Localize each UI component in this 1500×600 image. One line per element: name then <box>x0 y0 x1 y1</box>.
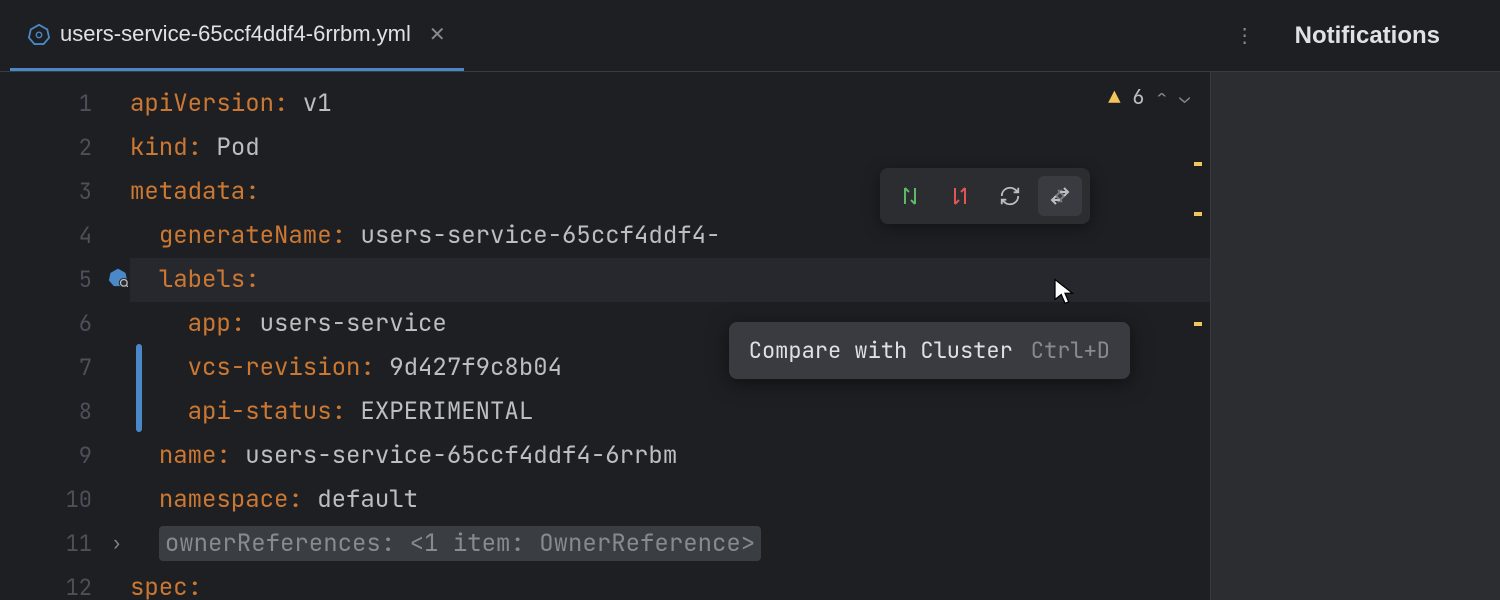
notifications-header: Notifications <box>1275 22 1480 50</box>
problems-widget[interactable]: ▲ 6 ⌃ ⌄ <box>1108 84 1190 110</box>
code-line[interactable]: namespace: default <box>130 478 1210 522</box>
tooltip-label: Compare with Cluster <box>749 336 1013 365</box>
fold-chevron-icon[interactable]: › <box>111 522 122 566</box>
line-number: 8 <box>0 390 130 434</box>
pull-button[interactable] <box>938 176 982 216</box>
compare-button[interactable] <box>1038 176 1082 216</box>
tooltip-shortcut: Ctrl+D <box>1031 336 1110 365</box>
tooltip: Compare with Cluster Ctrl+D <box>729 322 1130 379</box>
cursor-icon <box>1052 277 1078 315</box>
code-line[interactable]: spec: <box>130 566 1210 600</box>
chevron-up-icon[interactable]: ⌃ <box>1156 86 1167 109</box>
line-number: 10 <box>0 478 130 522</box>
gutter: 1 2 3 4 5 6 7 8 9 10 11 › 12 <box>0 72 130 600</box>
line-number: 2 <box>0 126 130 170</box>
code-line[interactable]: ownerReferences: <1 item: OwnerReference… <box>130 522 1210 566</box>
close-icon[interactable]: ✕ <box>429 22 446 47</box>
warning-marker[interactable] <box>1194 212 1202 216</box>
code-line[interactable]: kind: Pod <box>130 126 1210 170</box>
marker-bar[interactable] <box>1194 72 1204 600</box>
push-button[interactable] <box>888 176 932 216</box>
line-number: 1 <box>0 82 130 126</box>
tab-actions: ⋮ Notifications <box>1215 0 1500 71</box>
code-line[interactable]: apiVersion: v1 <box>130 82 1210 126</box>
tab-filename: users-service-65ccf4ddf4-6rrbm.yml <box>60 21 411 47</box>
refresh-button[interactable] <box>988 176 1032 216</box>
file-tab[interactable]: users-service-65ccf4ddf4-6rrbm.yml ✕ <box>10 0 464 71</box>
line-number: 7 <box>0 346 130 390</box>
tab-bar: users-service-65ccf4ddf4-6rrbm.yml ✕ <box>0 0 1215 71</box>
title-bar: users-service-65ccf4ddf4-6rrbm.yml ✕ ⋮ N… <box>0 0 1500 72</box>
editor[interactable]: 1 2 3 4 5 6 7 8 9 10 11 › 12 apiVersion:… <box>0 72 1210 600</box>
warning-count: 6 <box>1132 84 1144 110</box>
line-number: 11 › <box>0 522 130 566</box>
line-number: 12 <box>0 566 130 600</box>
warning-marker[interactable] <box>1194 322 1202 326</box>
notifications-panel <box>1210 72 1500 600</box>
line-number: 9 <box>0 434 130 478</box>
code-line[interactable]: name: users-service-65ccf4ddf4-6rrbm <box>130 434 1210 478</box>
kubernetes-gutter-icon[interactable] <box>108 258 128 302</box>
line-number: 6 <box>0 302 130 346</box>
main-area: 1 2 3 4 5 6 7 8 9 10 11 › 12 apiVersion:… <box>0 72 1500 600</box>
code-area[interactable]: apiVersion: v1 kind: Pod metadata: gener… <box>130 72 1210 600</box>
more-icon[interactable]: ⋮ <box>1235 23 1255 48</box>
floating-toolbar <box>880 168 1090 224</box>
code-line[interactable]: labels: <box>130 258 1210 302</box>
warning-icon: ▲ <box>1108 84 1120 110</box>
chevron-down-icon[interactable]: ⌄ <box>1179 86 1190 109</box>
line-number: 5 <box>0 258 130 302</box>
kubernetes-icon <box>28 23 50 45</box>
line-number: 4 <box>0 214 130 258</box>
line-number: 3 <box>0 170 130 214</box>
warning-marker[interactable] <box>1194 162 1202 166</box>
code-line[interactable]: api-status: EXPERIMENTAL <box>130 390 1210 434</box>
